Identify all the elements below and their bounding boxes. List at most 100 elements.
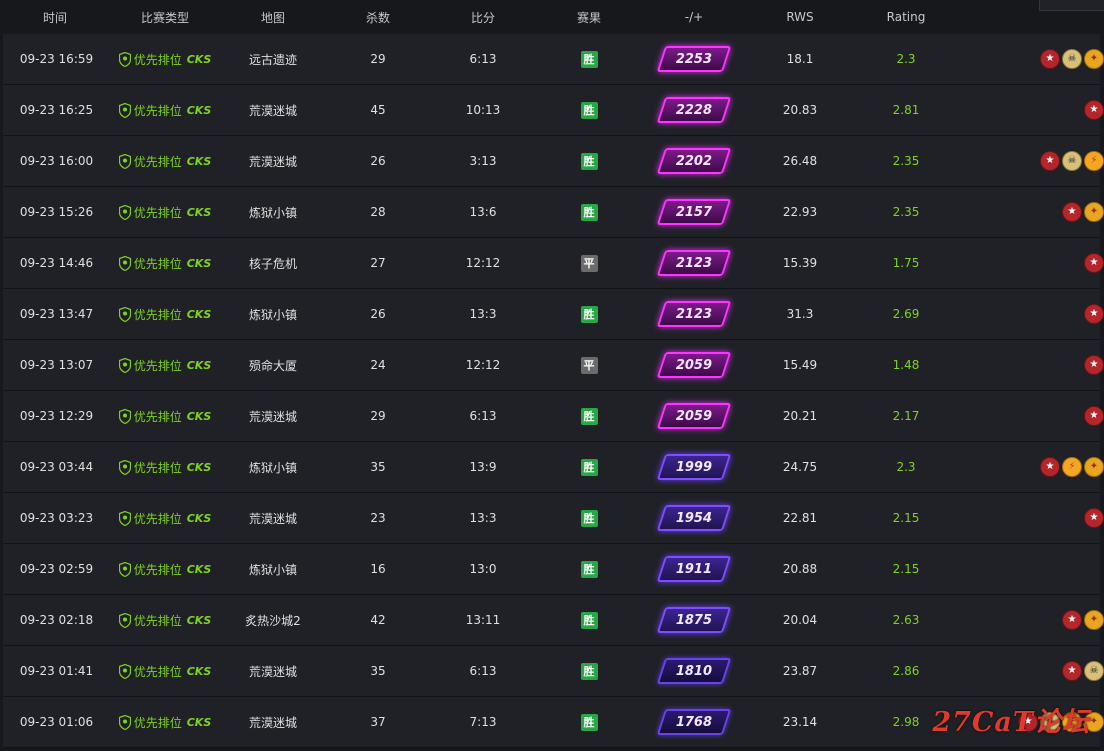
match-elo: 1999: [642, 454, 746, 480]
match-list: 09-23 16:59 优先排位 CKS 远古遗迹 29 6:13 胜 2253…: [0, 34, 1104, 748]
table-row[interactable]: 09-23 16:00 优先排位 CKS 荒漠迷城 26 3:13 胜 2202…: [3, 136, 1104, 187]
table-row[interactable]: 09-23 03:23 优先排位 CKS 荒漠迷城 23 13:3 胜 1954…: [3, 493, 1104, 544]
star-icon: ★: [1084, 508, 1104, 528]
table-row[interactable]: 09-23 15:26 优先排位 CKS 炼狱小镇 28 13:6 胜 2157…: [3, 187, 1104, 238]
table-row[interactable]: 09-23 01:41 优先排位 CKS 荒漠迷城 35 6:13 胜 1810…: [3, 646, 1104, 697]
match-type-label: 优先排位: [133, 613, 182, 628]
match-medals: ★: [958, 253, 1104, 273]
star-icon: ★: [1040, 49, 1060, 69]
elo-badge: 2059: [656, 352, 732, 378]
match-result: 胜: [536, 560, 642, 578]
match-type: 优先排位 CKS: [110, 408, 220, 425]
header-rating: Rating: [886, 10, 926, 24]
elo-badge: 2202: [656, 148, 732, 174]
match-result: 平: [536, 254, 642, 272]
cs-logo: CKS: [186, 103, 212, 117]
match-rating: 2.3: [896, 460, 916, 474]
cs-logo: CKS: [186, 52, 212, 66]
match-rws: 20.04: [782, 613, 818, 627]
table-row[interactable]: 09-23 02:18 优先排位 CKS 炙热沙城2 42 13:11 胜 18…: [3, 595, 1104, 646]
match-score: 7:13: [469, 715, 497, 729]
match-rws: 20.83: [782, 103, 818, 117]
table-row[interactable]: 09-23 13:47 优先排位 CKS 炼狱小镇 26 13:3 胜 2123…: [3, 289, 1104, 340]
result-badge: 胜: [580, 305, 598, 323]
match-score: 6:13: [469, 52, 497, 66]
match-kills: 27: [370, 256, 386, 270]
star-icon: ★: [1062, 661, 1082, 681]
match-medals: ★: [958, 355, 1104, 375]
cs-logo: CKS: [186, 460, 212, 474]
match-rating: 2.86: [892, 664, 920, 678]
header-score: 比分: [470, 10, 495, 25]
match-rws: 26.48: [782, 154, 818, 168]
match-rws: 23.87: [782, 664, 818, 678]
match-map: 荒漠迷城: [248, 511, 297, 526]
header-rws: RWS: [786, 10, 814, 24]
cs-logo: CKS: [186, 256, 212, 270]
match-map: 炼狱小镇: [248, 562, 297, 577]
knife-icon: ✦: [1084, 457, 1104, 477]
elo-value: 2157: [675, 204, 713, 220]
match-score: 13:3: [469, 511, 497, 525]
table-row[interactable]: 09-23 03:44 优先排位 CKS 炼狱小镇 35 13:9 胜 1999…: [3, 442, 1104, 493]
fire-icon: ⚡: [1084, 151, 1104, 171]
match-kills: 29: [370, 52, 386, 66]
table-row[interactable]: 09-23 02:59 优先排位 CKS 炼狱小镇 16 13:0 胜 1911…: [3, 544, 1100, 595]
match-elo: 1954: [642, 505, 746, 531]
match-time: 09-23 01:41: [19, 664, 94, 678]
star-icon: ★: [1040, 457, 1060, 477]
elo-badge: 2123: [656, 301, 732, 327]
match-result: 胜: [536, 152, 642, 170]
match-time: 09-23 01:06: [19, 715, 94, 729]
elo-badge: 2228: [656, 97, 732, 123]
match-medals: ★ ✦: [958, 610, 1104, 630]
match-elo: 2157: [642, 199, 746, 225]
match-kills: 16: [370, 562, 386, 576]
elo-badge: 1875: [656, 607, 732, 633]
elo-value: 1875: [675, 612, 713, 628]
table-row[interactable]: 09-23 12:29 优先排位 CKS 荒漠迷城 29 6:13 胜 2059…: [3, 391, 1104, 442]
knife-icon: ✦: [1084, 610, 1104, 630]
match-map: 核子危机: [248, 256, 297, 271]
match-score: 10:13: [465, 103, 501, 117]
table-row[interactable]: 09-23 14:46 优先排位 CKS 核子危机 27 12:12 平 212…: [3, 238, 1104, 289]
match-type-label: 优先排位: [133, 562, 182, 577]
match-map: 殒命大厦: [248, 358, 297, 373]
match-type: 优先排位 CKS: [110, 612, 220, 629]
table-header: 时间 比赛类型 地图 杀数 比分 赛果 -/+ RWS Rating: [0, 0, 1104, 34]
match-rws: 18.1: [786, 52, 814, 66]
shield-icon: [118, 255, 131, 271]
elo-value: 1810: [675, 663, 713, 679]
match-elo: 1911: [642, 556, 746, 582]
match-rating: 2.81: [892, 103, 920, 117]
table-row[interactable]: 09-23 13:07 优先排位 CKS 殒命大厦 24 12:12 平 205…: [3, 340, 1104, 391]
match-time: 09-23 03:23: [19, 511, 94, 525]
result-badge: 胜: [580, 713, 598, 731]
star-icon: ★: [1040, 151, 1060, 171]
match-medals: ★: [958, 100, 1104, 120]
match-rws: 20.88: [782, 562, 818, 576]
elo-value: 2253: [675, 51, 713, 67]
shield-icon: [118, 306, 131, 322]
match-map: 荒漠迷城: [248, 409, 297, 424]
elo-value: 2059: [675, 357, 713, 373]
match-type: 优先排位 CKS: [110, 102, 220, 119]
table-row[interactable]: 09-23 16:25 优先排位 CKS 荒漠迷城 45 10:13 胜 222…: [3, 85, 1104, 136]
match-type-label: 优先排位: [133, 358, 182, 373]
match-medals: ★: [958, 406, 1104, 426]
elo-value: 2123: [675, 255, 713, 271]
table-row[interactable]: 09-23 16:59 优先排位 CKS 远古遗迹 29 6:13 胜 2253…: [3, 34, 1104, 85]
match-type: 优先排位 CKS: [110, 306, 220, 323]
match-elo: 2253: [642, 46, 746, 72]
cs-logo: CKS: [186, 205, 212, 219]
match-map: 炼狱小镇: [248, 307, 297, 322]
shield-icon: [118, 612, 131, 628]
match-elo: 1875: [642, 607, 746, 633]
match-map: 荒漠迷城: [248, 664, 297, 679]
match-map: 炙热沙城2: [245, 613, 301, 628]
elo-badge: 1911: [656, 556, 732, 582]
match-time: 09-23 14:46: [19, 256, 94, 270]
header-type: 比赛类型: [140, 10, 189, 25]
elo-badge: 1999: [656, 454, 732, 480]
match-type-label: 优先排位: [133, 460, 182, 475]
